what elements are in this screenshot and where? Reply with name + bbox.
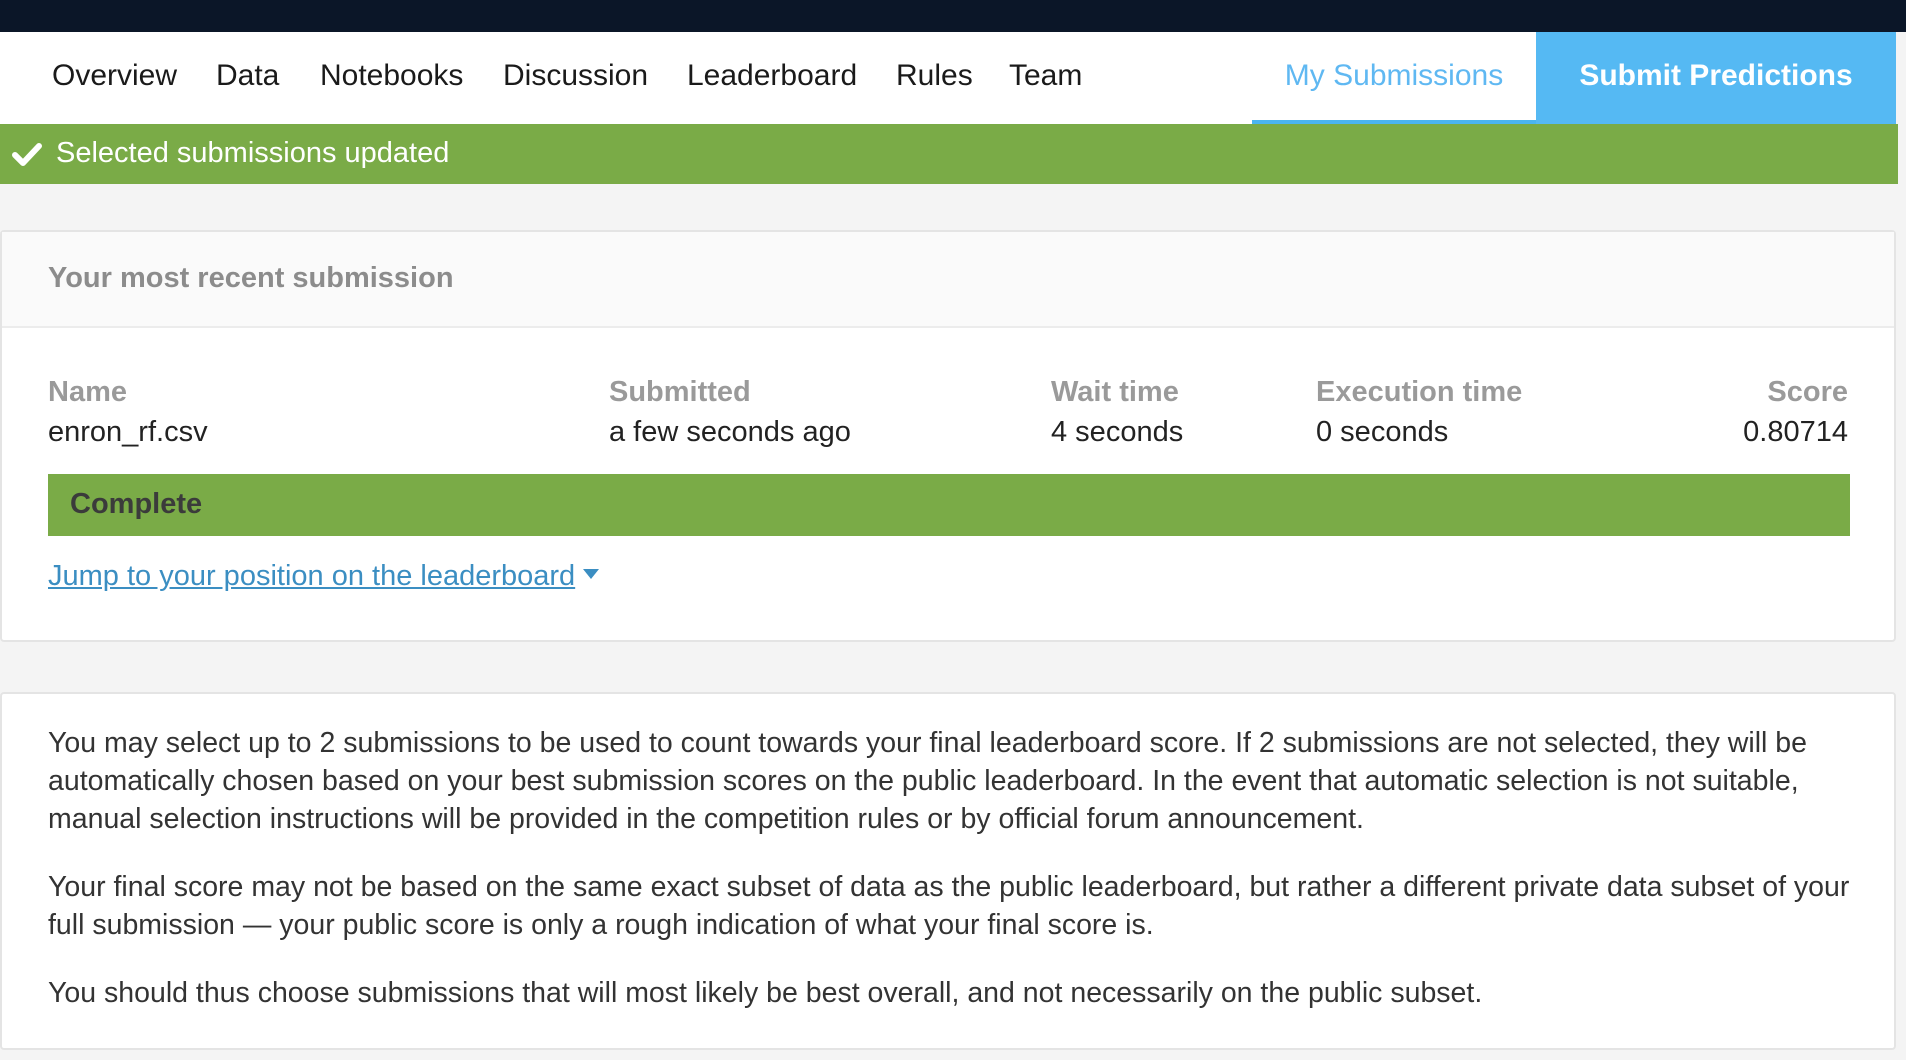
- column-name: Name enron_rf.csv: [48, 372, 208, 452]
- column-label: Execution time: [1316, 376, 1523, 408]
- execution-time-value: 0 seconds: [1316, 416, 1449, 448]
- top-bar: [0, 0, 1906, 32]
- column-label: Submitted: [609, 376, 751, 408]
- column-execution-time: Execution time 0 seconds: [1316, 372, 1522, 452]
- jump-link-label: Jump to your position on the leaderboard: [48, 560, 576, 592]
- selection-info-card: You may select up to 2 submissions to be…: [0, 692, 1896, 1050]
- competition-nav: Overview Data Notebooks Discussion Leade…: [0, 32, 1896, 124]
- column-wait-time: Wait time 4 seconds: [1051, 372, 1183, 452]
- success-alert: Selected submissions updated: [0, 124, 1898, 184]
- jump-to-leaderboard-link[interactable]: Jump to your position on the leaderboard: [48, 554, 600, 598]
- card-header: Your most recent submission: [2, 232, 1894, 328]
- wait-time-value: 4 seconds: [1051, 416, 1184, 448]
- column-label: Wait time: [1051, 376, 1179, 408]
- submit-predictions-button[interactable]: Submit Predictions: [1536, 32, 1896, 124]
- column-label: Score: [1767, 376, 1848, 408]
- caret-down-icon: [583, 569, 600, 580]
- tab-discussion[interactable]: Discussion: [503, 32, 648, 124]
- tab-my-submissions[interactable]: My Submissions: [1252, 32, 1536, 124]
- info-paragraph: You should thus choose submissions that …: [48, 977, 1483, 1009]
- submitted-value: a few seconds ago: [609, 416, 851, 448]
- alert-message: Selected submissions updated: [56, 137, 450, 169]
- tab-team[interactable]: Team: [1009, 32, 1082, 124]
- column-score: Score 0.80714: [1743, 372, 1848, 452]
- column-label: Name: [48, 376, 127, 408]
- info-paragraph: You may select up to 2 submissions to be…: [48, 727, 1807, 835]
- tab-leaderboard[interactable]: Leaderboard: [687, 32, 857, 124]
- column-submitted: Submitted a few seconds ago: [609, 372, 851, 452]
- tab-notebooks[interactable]: Notebooks: [320, 32, 463, 124]
- card-title: Your most recent submission: [48, 262, 454, 294]
- score-value: 0.80714: [1743, 416, 1848, 448]
- recent-submission-card: Your most recent submission Name enron_r…: [0, 230, 1896, 642]
- submission-name: enron_rf.csv: [48, 416, 208, 448]
- tab-overview[interactable]: Overview: [52, 32, 177, 124]
- tab-data[interactable]: Data: [216, 32, 279, 124]
- tab-rules[interactable]: Rules: [896, 32, 973, 124]
- info-paragraph: Your final score may not be based on the…: [48, 871, 1850, 941]
- check-icon: [12, 143, 42, 166]
- status-badge: Complete: [48, 474, 1850, 536]
